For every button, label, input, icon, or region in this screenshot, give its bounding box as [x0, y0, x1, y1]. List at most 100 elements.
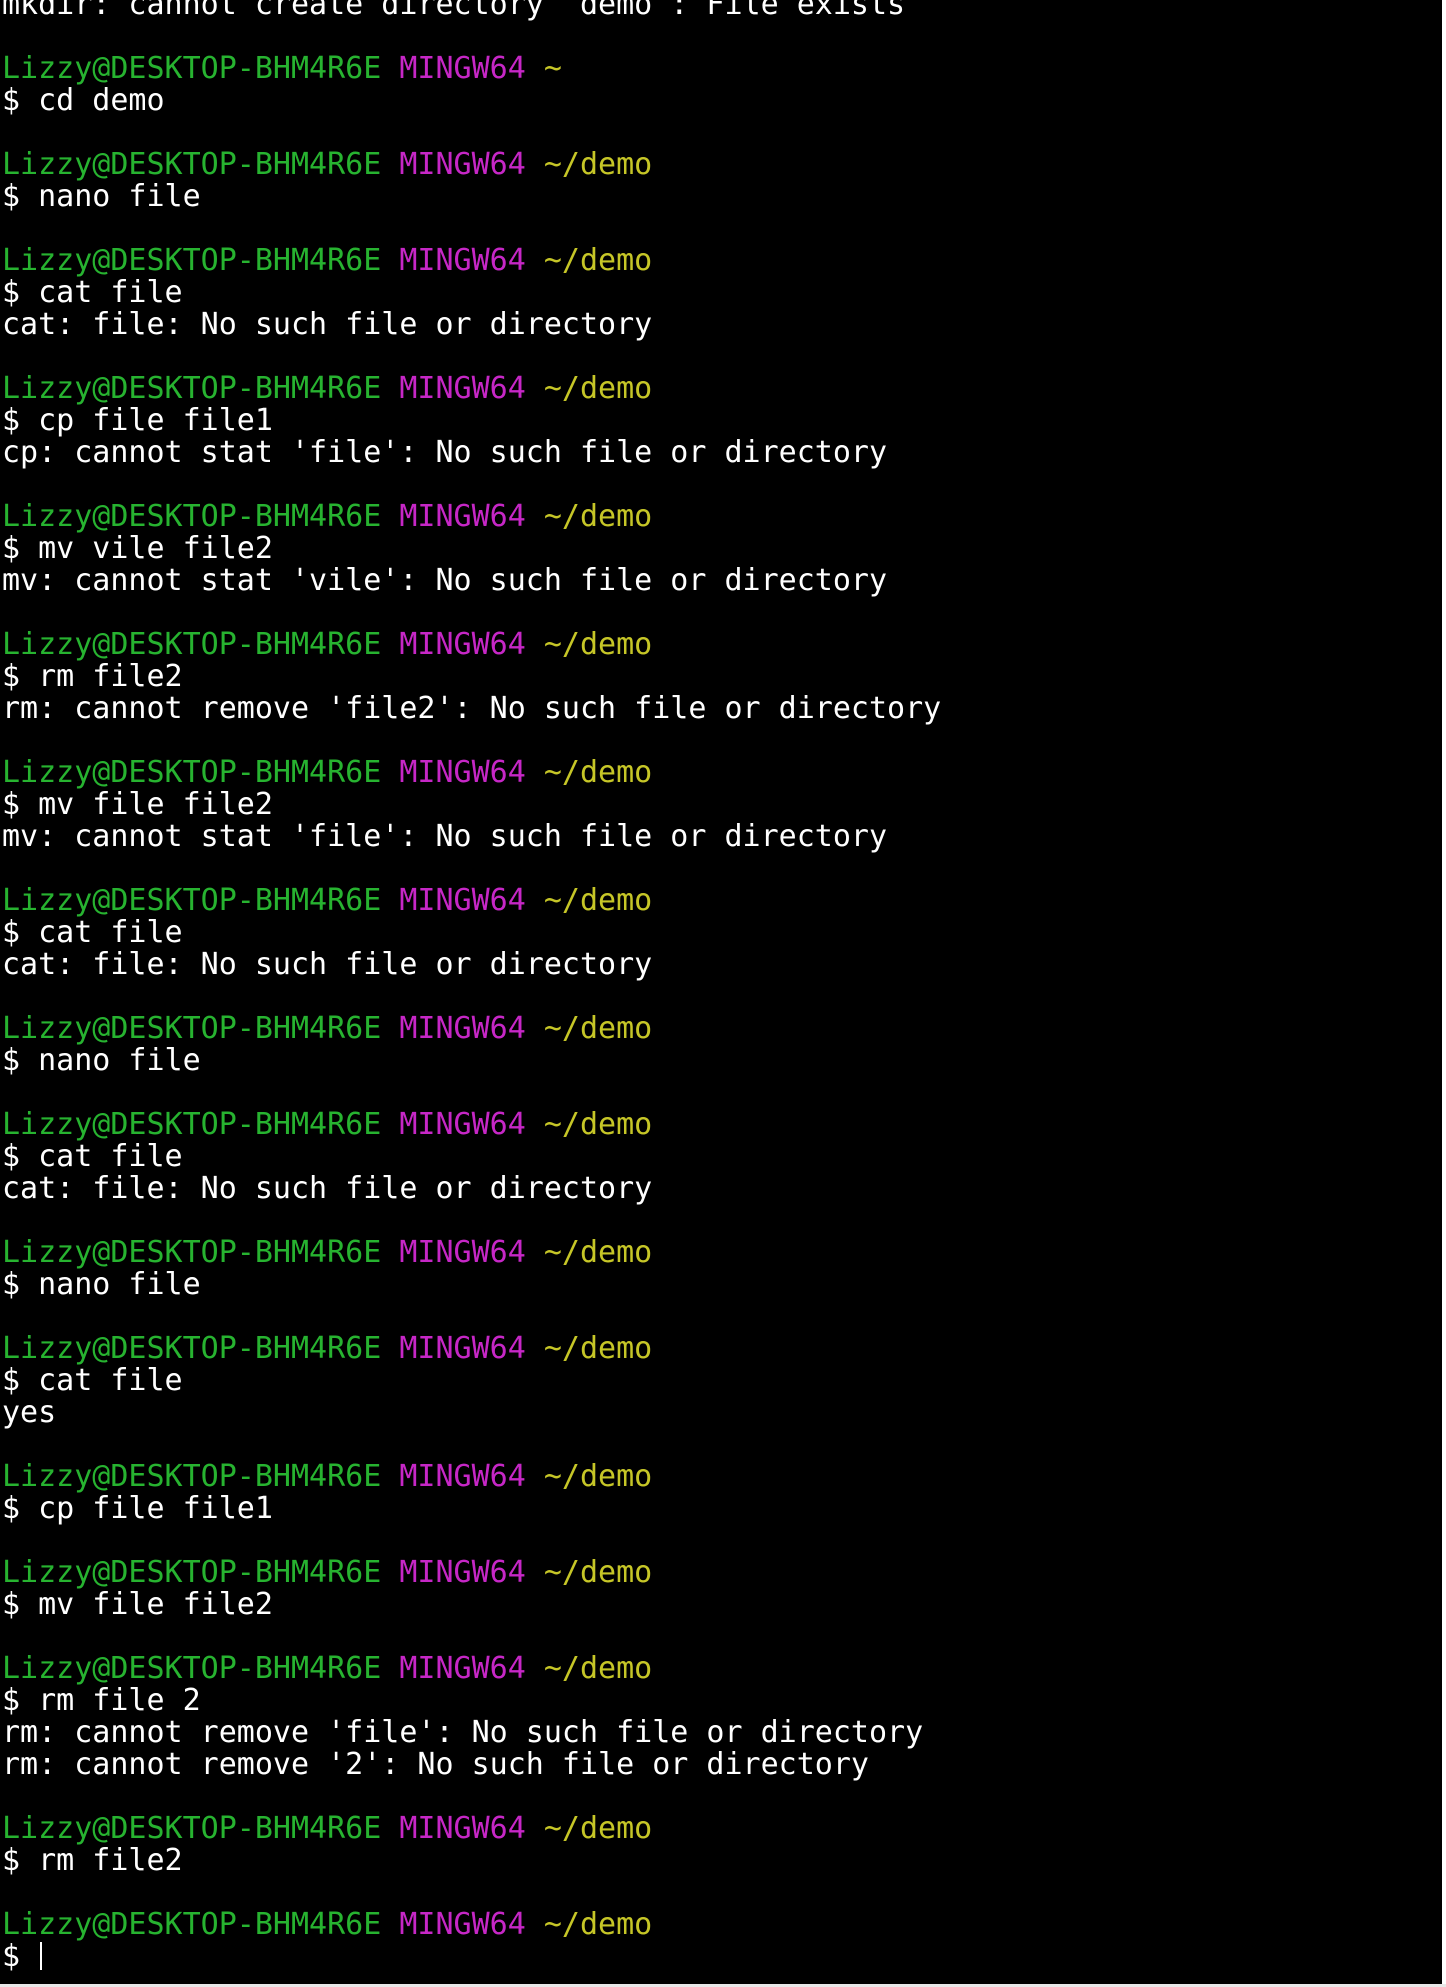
prompt-system: MINGW64 — [399, 883, 526, 918]
prompt-path: ~ — [543, 51, 562, 86]
output-line: rm: cannot remove '2': No such file or d… — [2, 1749, 1442, 1781]
output-text: cp: cannot stat 'file': No such file or … — [2, 435, 888, 470]
prompt-path: ~/demo — [543, 499, 653, 534]
command-line: $ nano file — [2, 1045, 1442, 1077]
command-text: $ cat file — [2, 1363, 183, 1398]
command-line: $ cat file — [2, 1365, 1442, 1397]
text-cursor — [40, 1942, 43, 1970]
prompt-path: ~/demo — [543, 147, 653, 182]
prompt-user-host: Lizzy@DESKTOP-BHM4R6E — [2, 1331, 382, 1366]
prompt-user-host: Lizzy@DESKTOP-BHM4R6E — [2, 883, 382, 918]
output-text: mv: cannot stat 'file': No such file or … — [2, 819, 888, 854]
command-line: $ rm file2 — [2, 661, 1442, 693]
prompt-line: Lizzy@DESKTOP-BHM4R6E MINGW64 ~/demo — [2, 885, 1442, 917]
output-text: yes — [2, 1395, 57, 1430]
command-text: $ cat file — [2, 275, 183, 310]
prompt-user-host: Lizzy@DESKTOP-BHM4R6E — [2, 1811, 382, 1846]
prompt-line: Lizzy@DESKTOP-BHM4R6E MINGW64 ~/demo — [2, 757, 1442, 789]
prompt-system: MINGW64 — [399, 243, 526, 278]
command-text: $ cp file file1 — [2, 403, 273, 438]
prompt-path: ~/demo — [543, 1811, 653, 1846]
command-text: $ nano file — [2, 1043, 201, 1078]
prompt-path: ~/demo — [543, 371, 653, 406]
output-line: rm: cannot remove 'file': No such file o… — [2, 1717, 1442, 1749]
prompt-user-host: Lizzy@DESKTOP-BHM4R6E — [2, 51, 382, 86]
prompt-path: ~/demo — [543, 627, 653, 662]
command-text: $ mv file file2 — [2, 1587, 273, 1622]
prompt-system: MINGW64 — [399, 1011, 526, 1046]
command-line: $ cat file — [2, 277, 1442, 309]
prompt-path: ~/demo — [543, 1011, 653, 1046]
command-line: $ mv vile file2 — [2, 533, 1442, 565]
prompt-system: MINGW64 — [399, 1811, 526, 1846]
prompt-line: Lizzy@DESKTOP-BHM4R6E MINGW64 ~/demo — [2, 501, 1442, 533]
command-line: $ cp file file1 — [2, 405, 1442, 437]
output-text: mv: cannot stat 'vile': No such file or … — [2, 563, 888, 598]
prompt-line: Lizzy@DESKTOP-BHM4R6E MINGW64 ~/demo — [2, 1557, 1442, 1589]
prompt-line: Lizzy@DESKTOP-BHM4R6E MINGW64 ~/demo — [2, 1013, 1442, 1045]
command-line: $ cd demo — [2, 85, 1442, 117]
output-line: mv: cannot stat 'file': No such file or … — [2, 821, 1442, 853]
output-text: rm: cannot remove 'file2': No such file … — [2, 691, 942, 726]
output-line: mv: cannot stat 'vile': No such file or … — [2, 565, 1442, 597]
prompt-path: ~/demo — [543, 1331, 653, 1366]
command-line: $ nano file — [2, 1269, 1442, 1301]
prompt-line: Lizzy@DESKTOP-BHM4R6E MINGW64 ~/demo — [2, 629, 1442, 661]
command-line: $ rm file 2 — [2, 1685, 1442, 1717]
prompt-line: Lizzy@DESKTOP-BHM4R6E MINGW64 ~/demo — [2, 1813, 1442, 1845]
prompt-path: ~/demo — [543, 883, 653, 918]
command-text: $ cp file file1 — [2, 1491, 273, 1526]
command-text: $ rm file2 — [2, 1843, 183, 1878]
prompt-system: MINGW64 — [399, 1459, 526, 1494]
input-line[interactable]: $ — [2, 1941, 1442, 1973]
output-text: rm: cannot remove 'file': No such file o… — [2, 1715, 924, 1750]
input-prompt: $ — [2, 1939, 39, 1974]
command-line: $ mv file file2 — [2, 1589, 1442, 1621]
command-line: $ cat file — [2, 917, 1442, 949]
prompt-user-host: Lizzy@DESKTOP-BHM4R6E — [2, 243, 382, 278]
prompt-path: ~/demo — [543, 1555, 653, 1590]
prompt-line: Lizzy@DESKTOP-BHM4R6E MINGW64 ~/demo — [2, 149, 1442, 181]
prompt-path: ~/demo — [543, 1235, 653, 1270]
prompt-system: MINGW64 — [399, 1555, 526, 1590]
command-text: $ cat file — [2, 915, 183, 950]
output-line: cat: file: No such file or directory — [2, 309, 1442, 341]
prompt-user-host: Lizzy@DESKTOP-BHM4R6E — [2, 1555, 382, 1590]
terminal-window[interactable]: mkdir: cannot create directory ‘demo’: F… — [2, 0, 1442, 1979]
prompt-user-host: Lizzy@DESKTOP-BHM4R6E — [2, 1459, 382, 1494]
prompt-path: ~/demo — [543, 1651, 653, 1686]
output-line: cp: cannot stat 'file': No such file or … — [2, 437, 1442, 469]
command-text: $ cd demo — [2, 83, 165, 118]
prompt-path: ~/demo — [543, 1107, 653, 1142]
command-text: $ nano file — [2, 179, 201, 214]
prompt-user-host: Lizzy@DESKTOP-BHM4R6E — [2, 499, 382, 534]
command-text: $ nano file — [2, 1267, 201, 1302]
prompt-line: Lizzy@DESKTOP-BHM4R6E MINGW64 ~/demo — [2, 1909, 1442, 1941]
window-right-edge — [1442, 0, 1446, 1987]
prompt-user-host: Lizzy@DESKTOP-BHM4R6E — [2, 1651, 382, 1686]
prompt-path: ~/demo — [543, 755, 653, 790]
prompt-system: MINGW64 — [399, 755, 526, 790]
prompt-system: MINGW64 — [399, 1107, 526, 1142]
command-line: $ nano file — [2, 181, 1442, 213]
prompt-system: MINGW64 — [399, 1235, 526, 1270]
prompt-system: MINGW64 — [399, 499, 526, 534]
output-line: rm: cannot remove 'file2': No such file … — [2, 693, 1442, 725]
prompt-system: MINGW64 — [399, 147, 526, 182]
command-text: $ rm file2 — [2, 659, 183, 694]
output-line: mkdir: cannot create directory ‘demo’: F… — [2, 0, 1442, 21]
command-line: $ mv file file2 — [2, 789, 1442, 821]
prompt-path: ~/demo — [543, 1459, 653, 1494]
prompt-user-host: Lizzy@DESKTOP-BHM4R6E — [2, 1907, 382, 1942]
output-text: cat: file: No such file or directory — [2, 947, 653, 982]
